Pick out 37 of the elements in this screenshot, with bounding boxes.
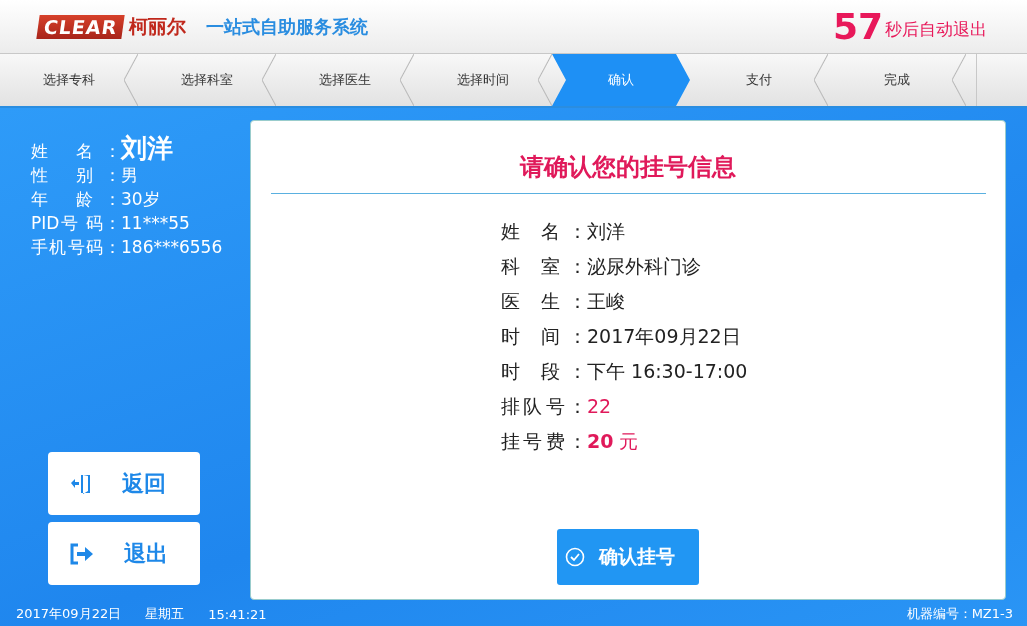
footer-weekday: 星期五 (145, 605, 185, 623)
logo-mark: CLEAR (36, 14, 126, 39)
back-button[interactable]: 返回 (48, 452, 200, 515)
info-value: 11***55 (121, 212, 190, 235)
field-value: 20 元 (587, 429, 639, 454)
field-value: 王峻 (587, 289, 625, 314)
info-label: 姓 名： (31, 141, 121, 163)
field-label: 挂号费： (501, 429, 587, 454)
info-label: 性 别： (31, 164, 121, 187)
field-label: 科 室： (501, 254, 587, 279)
info-label: PID号 码： (31, 212, 121, 235)
field-value: 2017年09月22日 (587, 324, 741, 349)
footer-time: 15:41:21 (208, 606, 267, 622)
countdown-number: 57 (832, 8, 883, 45)
field-value: 下午 16:30-17:00 (587, 359, 748, 384)
footer-date: 2017年09月22日 (16, 605, 122, 623)
field-value: 刘洋 (587, 219, 625, 244)
info-value: 刘洋 (121, 136, 173, 160)
card-title: 请确认您的挂号信息 (520, 152, 736, 183)
info-value: 30岁 (121, 188, 160, 211)
countdown-text: 秒后自动退出 (885, 18, 987, 41)
info-label: 年 龄： (31, 188, 121, 211)
check-circle-icon (565, 547, 585, 567)
info-label: 手机号码： (31, 236, 121, 259)
machine-number: 机器编号：MZ1-3 (906, 605, 1013, 623)
field-value: 22 (587, 394, 612, 419)
field-label: 时 间： (501, 324, 587, 349)
logo-text: 柯丽尔 (129, 13, 187, 39)
field-label: 医 生： (501, 289, 587, 314)
field-value: 泌尿外科门诊 (587, 254, 701, 279)
exit-button[interactable]: 退出 (48, 522, 200, 585)
info-value: 186***6556 (121, 236, 223, 259)
system-title: 一站式自助服务系统 (206, 14, 369, 39)
info-value: 男 (121, 164, 138, 187)
field-label: 时 段： (501, 359, 587, 384)
field-label: 排队号： (501, 394, 587, 419)
field-label: 姓 名： (501, 219, 587, 244)
